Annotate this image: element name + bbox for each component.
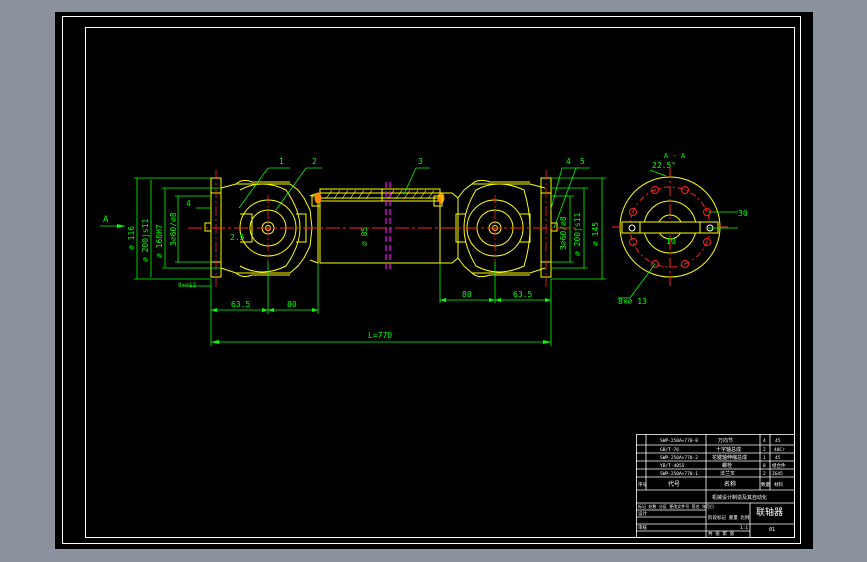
end-view xyxy=(612,168,738,299)
dim-d85: ⌀ 85 xyxy=(360,227,369,246)
parts-row-3-qty: 1 xyxy=(763,455,766,461)
part-no-1: 1 xyxy=(279,157,284,166)
dim-r30: 30 xyxy=(738,209,748,218)
end-view-key xyxy=(621,221,719,234)
parts-row-1-mat: 45 xyxy=(775,438,781,444)
dim-d200r: ⌀ 200js11 xyxy=(573,212,582,256)
dim-half: 2.5 xyxy=(230,233,245,242)
dim-r10: 10 xyxy=(666,237,676,246)
parts-row-5-code: SWP-250A×770-1 xyxy=(660,471,698,477)
section-label: A - A xyxy=(664,152,686,160)
header-mat: 材料 xyxy=(774,481,783,488)
parts-row-4-qty: 8 xyxy=(763,463,766,469)
parts-row-2-name: 十字轴总成 xyxy=(716,446,741,453)
drawing-sheet[interactable]: A ⌀ 116 ⌀ 200js11 ⌀ 160H7 3⌀60/⌀8 4 2.5 … xyxy=(55,12,813,549)
header-name: 名称 xyxy=(724,480,736,488)
meta-design: 设计 xyxy=(638,510,647,517)
parts-row-5-qty: 2 xyxy=(763,471,766,477)
sheet-count: 共 张 第 张 xyxy=(708,530,735,537)
part-no-3: 3 xyxy=(418,157,423,166)
drawing-number: 01 xyxy=(769,527,775,533)
parts-row-4-mat: 组合件 xyxy=(772,462,786,469)
dim-l635: 63.5 xyxy=(231,300,250,309)
dim-total: L=770 xyxy=(368,331,392,340)
parts-row-3-code: SWP-250A×770-2 xyxy=(660,455,698,461)
part-no-5: 5 xyxy=(580,157,585,166)
dim-d160: ⌀ 160H7 xyxy=(155,224,164,258)
header-code: 代号 xyxy=(668,480,680,488)
parts-row-3-mat: 45 xyxy=(775,455,781,461)
parts-row-4-code: YB/T-4055 xyxy=(660,463,685,469)
header-no: 序号 xyxy=(638,481,647,488)
view-label: A xyxy=(103,215,109,225)
dim-four: 4 xyxy=(186,199,191,208)
parts-row-2-qty: 2 xyxy=(763,447,766,453)
dim-l80a: 80 xyxy=(287,300,297,309)
dim-angle: 22.5° xyxy=(652,161,676,170)
parts-row-1-qty: 4 xyxy=(763,438,766,444)
parts-row-1-code: SWP-250A×770-8 xyxy=(660,438,698,444)
scale-value: 1:1 xyxy=(740,525,748,531)
parts-row-4-name: 螺栓 xyxy=(722,462,732,469)
outer-frame xyxy=(62,16,801,544)
dim-l635b: 63.5 xyxy=(513,290,532,299)
dim-d145: ⌀ 145 xyxy=(591,222,600,246)
dim-d200: ⌀ 200js11 xyxy=(141,218,150,262)
parts-row-2-code: GB/T-76 xyxy=(660,447,679,453)
part-no-4: 4 xyxy=(566,157,571,166)
sign-row: 标记 处数 分区 更改文件号 签名 年月日 xyxy=(638,503,714,509)
dim-d60r: 3⌀60/⌀8 xyxy=(559,216,568,250)
parts-row-1-name: 万向节 xyxy=(718,437,733,444)
drawing-title: 联轴器 xyxy=(756,506,783,518)
dim-holes-left: 8×⌀13 xyxy=(178,282,196,289)
cad-viewport[interactable]: A ⌀ 116 ⌀ 200js11 ⌀ 160H7 3⌀60/⌀8 4 2.5 … xyxy=(0,0,867,562)
dim-holes-right: 8×⌀ 13 xyxy=(618,297,647,306)
header-qty: 数量 xyxy=(761,481,770,488)
dim-d60: 3⌀60/⌀8 xyxy=(169,212,178,246)
parts-row-2-mat: 40Cr xyxy=(774,447,785,453)
parts-row-5-mat: ZG45 xyxy=(772,471,783,477)
title-block-texts: SWP-250A×770-8 万向节 4 45 GB/T-76 十字轴总成 2 … xyxy=(638,437,786,537)
parts-row-3-name: 花键轴伸缩总成 xyxy=(712,454,747,461)
parts-row-5-name: 法兰叉 xyxy=(720,470,735,477)
school-name: 机械设计制造及其自动化 xyxy=(712,494,767,501)
meta-check: 审核 xyxy=(638,524,647,531)
part-no-2: 2 xyxy=(312,157,317,166)
cad-drawing: A ⌀ 116 ⌀ 200js11 ⌀ 160H7 3⌀60/⌀8 4 2.5 … xyxy=(62,16,801,544)
stage-labels: 阶段标记 重量 比例 xyxy=(708,514,750,521)
dim-d116: ⌀ 116 xyxy=(127,226,136,250)
dim-l80b: 80 xyxy=(462,290,472,299)
